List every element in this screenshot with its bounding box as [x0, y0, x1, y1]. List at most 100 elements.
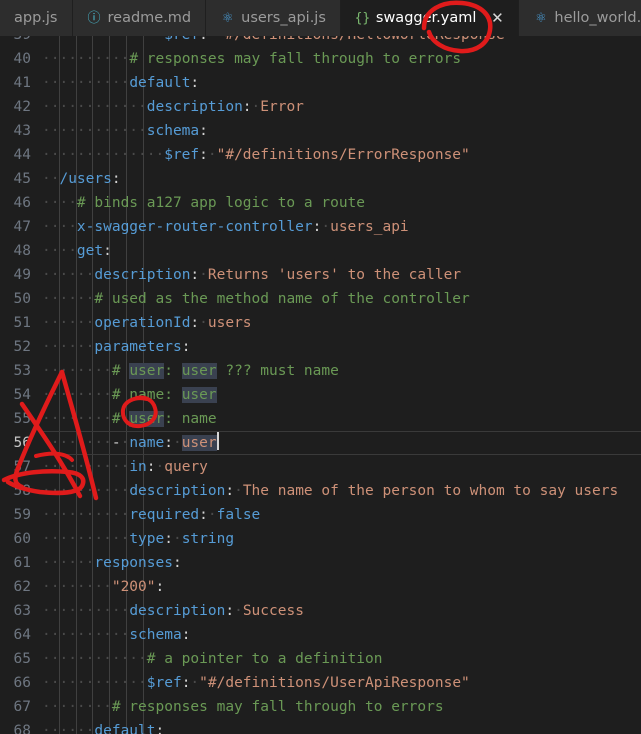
line-number: 68: [13, 723, 31, 734]
line-number: 55: [13, 411, 31, 427]
code-token: :: [164, 435, 173, 451]
code-line[interactable]: 68 ······default:: [0, 719, 641, 734]
code-line[interactable]: 47 ····x-swagger-router-controller:·users…: [0, 215, 641, 239]
code-line[interactable]: 65 ············# a pointer to a definitio…: [0, 647, 641, 671]
line-number: 66: [13, 675, 31, 691]
code-line[interactable]: 59 ··········required:·false: [0, 503, 641, 527]
editor-pane[interactable]: 39··············$ref:·"#/definitions/Hel…: [0, 36, 641, 734]
tab-close-icon[interactable]: ✕: [490, 10, 504, 26]
code-line[interactable]: 44 ··············$ref:·"#/definitions/Err…: [0, 143, 641, 167]
editor-tab-swagger-yaml[interactable]: {} swagger.yaml ✕: [340, 0, 520, 36]
code-token: "#/definitions/HelloWorldResponse": [217, 36, 514, 43]
code-token: :: [155, 579, 165, 595]
line-content: ············# a pointer to a definition: [42, 647, 641, 671]
line-number: 51: [13, 315, 31, 331]
code-line[interactable]: 53 ········# user: user ??? must name: [0, 359, 641, 383]
code-token: false: [216, 507, 261, 523]
whitespace-dots: ········: [42, 363, 112, 379]
code-editor-window: app.js ⓘ readme.md ⚛ users_api.js {} swagger.y…: [0, 0, 641, 734]
line-content: ··········description:·The name of the p…: [42, 479, 641, 503]
code-token: description: [129, 603, 226, 619]
code-token: schema: [129, 627, 182, 643]
line-number: 44: [13, 147, 31, 163]
code-token: :: [190, 267, 200, 283]
code-token: "#/definitions/ErrorResponse": [216, 147, 470, 163]
code-line[interactable]: 58 ··········description:·The name of the…: [0, 479, 641, 503]
code-line[interactable]: 60 ··········type:·string: [0, 527, 641, 551]
line-content: ······operationId:·users: [42, 311, 641, 335]
line-content: ··············$ref:·"#/definitions/Error…: [42, 143, 641, 167]
code-token: get: [76, 243, 104, 259]
code-token: # binds a127 app logic to a route: [76, 195, 366, 211]
selected-token: user: [129, 363, 165, 379]
code-token: # a pointer to a definition: [146, 651, 383, 667]
editor-tab-users-api-js[interactable]: ⚛ users_api.js: [206, 0, 341, 36]
code-token: type: [129, 531, 165, 547]
code-line[interactable]: 67 ········# responses may fall through t…: [0, 695, 641, 719]
code-token: :: [225, 483, 235, 499]
whitespace-dots: ············: [42, 123, 147, 139]
code-token: $ref: [164, 36, 199, 43]
code-line[interactable]: 62 ········"200":: [0, 575, 641, 599]
code-line[interactable]: 41 ··········default:: [0, 71, 641, 95]
code-line[interactable]: 63 ··········description:·Success: [0, 599, 641, 623]
code-line[interactable]: 54 ········# name: user: [0, 383, 641, 407]
whitespace-dots: ··········: [42, 459, 130, 475]
code-token: :: [199, 507, 208, 523]
line-number: 45: [13, 171, 31, 187]
code-token: # used as the method name of the control…: [94, 291, 470, 307]
code-line[interactable]: 50 ······# used as the method name of the…: [0, 287, 641, 311]
code-line[interactable]: 61 ······responses:: [0, 551, 641, 575]
code-token: #: [111, 411, 130, 427]
code-token: ·: [208, 36, 217, 43]
line-content: ········# name: user: [42, 383, 641, 407]
code-token: string: [181, 531, 235, 547]
code-line[interactable]: 57 ··········in:·query: [0, 455, 641, 479]
code-line[interactable]: 49 ······description:·Returns 'users' to …: [0, 263, 641, 287]
whitespace-dots: ············: [42, 99, 147, 115]
editor-tab-app-js[interactable]: app.js: [0, 0, 73, 36]
line-content: ······# used as the method name of the c…: [42, 287, 641, 311]
code-line[interactable]: 40 ··········# responses may fall through…: [0, 47, 641, 71]
code-token: $ref: [146, 675, 182, 691]
editor-tab-hello-world-js[interactable]: ⚛ hello_world.js: [519, 0, 641, 36]
code-token: ·: [199, 267, 208, 283]
code-line[interactable]: 39··············$ref:·"#/definitions/Hel…: [0, 36, 641, 47]
editor-tab-bar: app.js ⓘ readme.md ⚛ users_api.js {} swagger.y…: [0, 0, 641, 36]
code-token: :: [111, 171, 121, 187]
code-token: users_api: [330, 219, 409, 235]
line-content: ······responses:: [42, 551, 641, 575]
react-icon: ⚛: [535, 10, 547, 26]
code-token: :: [155, 723, 165, 734]
code-line[interactable]: 48 ····get:: [0, 239, 641, 263]
code-line[interactable]: 66 ············$ref:·"#/definitions/UserA…: [0, 671, 641, 695]
line-number: 48: [13, 243, 31, 259]
selected-token: user: [181, 435, 217, 451]
code-token: :: [199, 147, 208, 163]
code-line[interactable]: 56 ········-·name:·user: [0, 431, 641, 455]
editor-tab-readme-md[interactable]: ⓘ readme.md: [72, 0, 207, 36]
code-token: default: [94, 723, 156, 734]
line-number: 53: [13, 363, 31, 379]
line-content: ········# user: user ??? must name: [42, 359, 641, 383]
line-number: 52: [13, 339, 31, 355]
whitespace-dots: ····: [42, 219, 77, 235]
code-token: description: [146, 99, 243, 115]
code-line[interactable]: 46 ····# binds a127 app logic to a route: [0, 191, 641, 215]
code-token: ·: [199, 315, 208, 331]
code-line[interactable]: 43 ············schema:: [0, 119, 641, 143]
code-line[interactable]: 64 ··········schema:: [0, 623, 641, 647]
code-token: ·: [172, 435, 182, 451]
code-line[interactable]: 42 ············description:·Error: [0, 95, 641, 119]
code-line[interactable]: 51 ······operationId:·users: [0, 311, 641, 335]
line-number: 59: [13, 507, 31, 523]
code-line[interactable]: 45 ··/users:: [0, 167, 641, 191]
whitespace-dots: ······: [42, 555, 95, 571]
code-line[interactable]: 52 ······parameters:: [0, 335, 641, 359]
code-token: ·: [172, 531, 182, 547]
tab-label: hello_world.js: [554, 10, 641, 26]
code-token: query: [164, 459, 208, 475]
code-line[interactable]: 55 ········# user: name: [0, 407, 641, 431]
whitespace-dots: ····: [42, 195, 77, 211]
whitespace-dots: ······: [42, 291, 95, 307]
